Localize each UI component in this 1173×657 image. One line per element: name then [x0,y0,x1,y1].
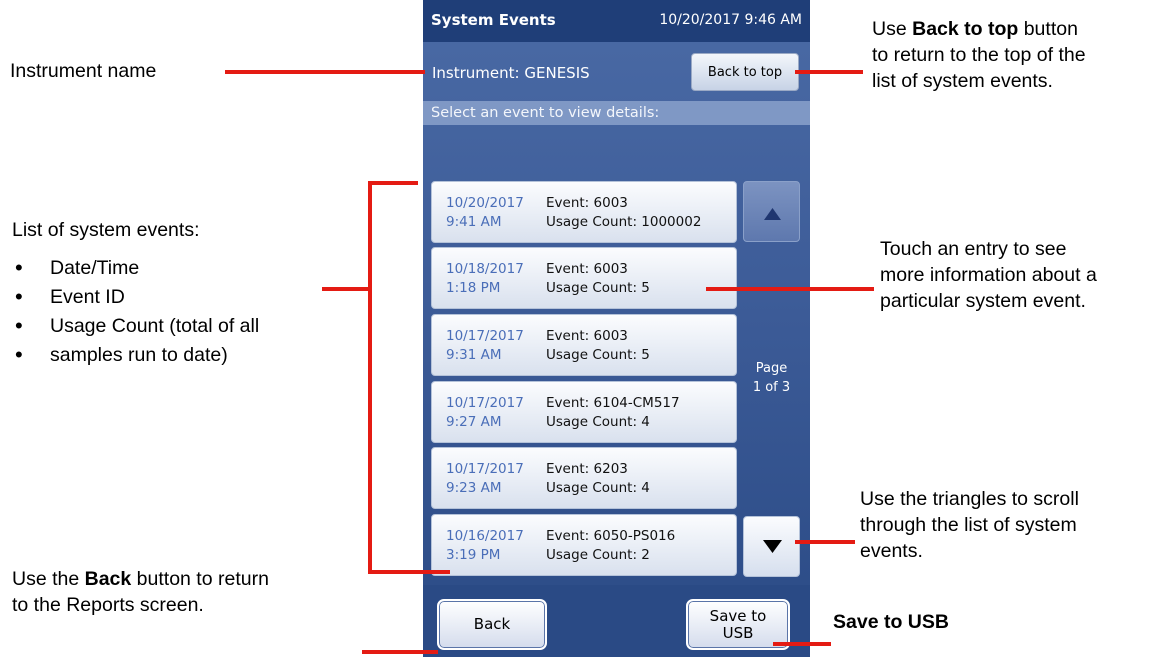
event-time: 9:23 AM [446,480,502,496]
event-id: Event: 6003 [546,195,628,211]
annotation-bold-text: Back to top [912,18,1019,40]
event-entry[interactable]: 10/16/2017 3:19 PM Event: 6050-PS016 Usage… [431,514,737,576]
scroll-column: Page 1 of 3 [743,181,800,577]
event-time: 3:19 PM [446,547,501,563]
annotation-list-items: Date/Time Event ID Usage Count (total of… [12,253,259,370]
annotation-back: Use the Back button to return to the Rep… [12,566,269,618]
list-item: Date/Time [12,253,259,283]
event-time: 1:18 PM [446,280,501,296]
page-indicator: Page 1 of 3 [743,359,800,397]
screen-title: System Events [431,11,556,29]
list-item: samples run to date) [12,340,259,370]
event-id: Event: 6104-CM517 [546,395,680,411]
callout-line [795,540,855,544]
event-id: Event: 6003 [546,328,628,344]
callout-line [362,650,438,654]
annotation-instrument-name: Instrument name [10,60,157,82]
callout-line [225,70,425,74]
annotation-text: events. [860,540,923,562]
annotation-touch-entry: Touch an entry to see more information a… [880,236,1097,314]
title-bar: System Events 10/20/2017 9:46 AM [423,0,810,42]
event-entry[interactable]: 10/17/2017 9:23 AM Event: 6203 Usage Count… [431,447,737,509]
annotation-text: to the Reports screen. [12,594,204,616]
event-usage-count: Usage Count: 1000002 [546,214,702,230]
system-events-screen: System Events 10/20/2017 9:46 AM Instrum… [423,0,810,657]
event-date: 10/16/2017 [446,528,524,544]
annotation-text: list of system events. [872,70,1053,92]
triangle-down-icon [763,540,782,553]
datetime-display: 10/20/2017 9:46 AM [659,12,802,28]
instrument-label: Instrument: [432,64,520,82]
event-entry[interactable]: 10/18/2017 1:18 PM Event: 6003 Usage Count… [431,247,737,309]
callout-line [322,287,370,291]
event-usage-count: Usage Count: 4 [546,414,650,430]
annotation-text: more information about a [880,264,1097,286]
event-time: 9:31 AM [446,347,502,363]
event-date: 10/20/2017 [446,195,524,211]
event-time: 9:27 AM [446,414,502,430]
save-label-line1: Save to [709,606,767,625]
instrument-name-display: Instrument: GENESIS [432,64,590,82]
list-item: Event ID [12,282,259,312]
annotation-text: through the list of system [860,514,1077,536]
annotation-text: Use [872,18,913,40]
event-id: Event: 6050-PS016 [546,528,676,544]
page-count: 1 of 3 [752,380,791,395]
event-entry[interactable]: 10/20/2017 9:41 AM Event: 6003 Usage Count… [431,181,737,243]
save-label-line2: USB [722,623,754,642]
annotation-list-title: List of system events: [12,219,200,241]
callout-bracket-bottom [368,570,450,574]
event-usage-count: Usage Count: 5 [546,347,650,363]
annotation-text: button [1018,18,1078,40]
scroll-down-button[interactable] [743,516,800,577]
list-item: Usage Count (total of all [12,311,259,341]
event-id: Event: 6003 [546,261,628,277]
annotation-text: Use the [12,568,85,590]
page-label: Page [755,361,788,376]
annotation-text: particular system event. [880,290,1086,312]
event-date: 10/17/2017 [446,395,524,411]
annotation-text: button to return [131,568,269,590]
annotation-text: Use the triangles to scroll [860,488,1079,510]
event-date: 10/18/2017 [446,261,524,277]
event-date: 10/17/2017 [446,328,524,344]
event-usage-count: Usage Count: 4 [546,480,650,496]
annotation-triangles: Use the triangles to scroll through the … [860,486,1079,564]
scroll-up-button[interactable] [743,181,800,242]
annotation-text: to return to the top of the [872,44,1086,66]
callout-line [773,642,831,646]
callout-line [795,70,863,74]
event-date: 10/17/2017 [446,461,524,477]
select-event-prompt: Select an event to view details: [423,101,810,125]
callout-bracket-vertical [368,181,372,574]
triangle-up-icon [764,208,781,220]
event-entry[interactable]: 10/17/2017 9:31 AM Event: 6003 Usage Count… [431,314,737,376]
annotation-back-to-top: Use Back to top button to return to the … [872,16,1086,94]
annotation-save-usb: Save to USB [833,611,949,633]
annotation-bold-text: Back [84,568,132,590]
back-to-top-button[interactable]: Back to top [691,53,799,91]
event-id: Event: 6203 [546,461,628,477]
callout-line [706,287,874,291]
annotation-text: Touch an entry to see [880,238,1067,260]
event-usage-count: Usage Count: 2 [546,547,650,563]
event-entry[interactable]: 10/17/2017 9:27 AM Event: 6104-CM517 Usage… [431,381,737,443]
event-usage-count: Usage Count: 5 [546,280,650,296]
instrument-name: GENESIS [524,64,590,82]
callout-bracket-top [368,181,418,185]
back-button[interactable]: Back [437,599,547,650]
event-time: 9:41 AM [446,214,502,230]
